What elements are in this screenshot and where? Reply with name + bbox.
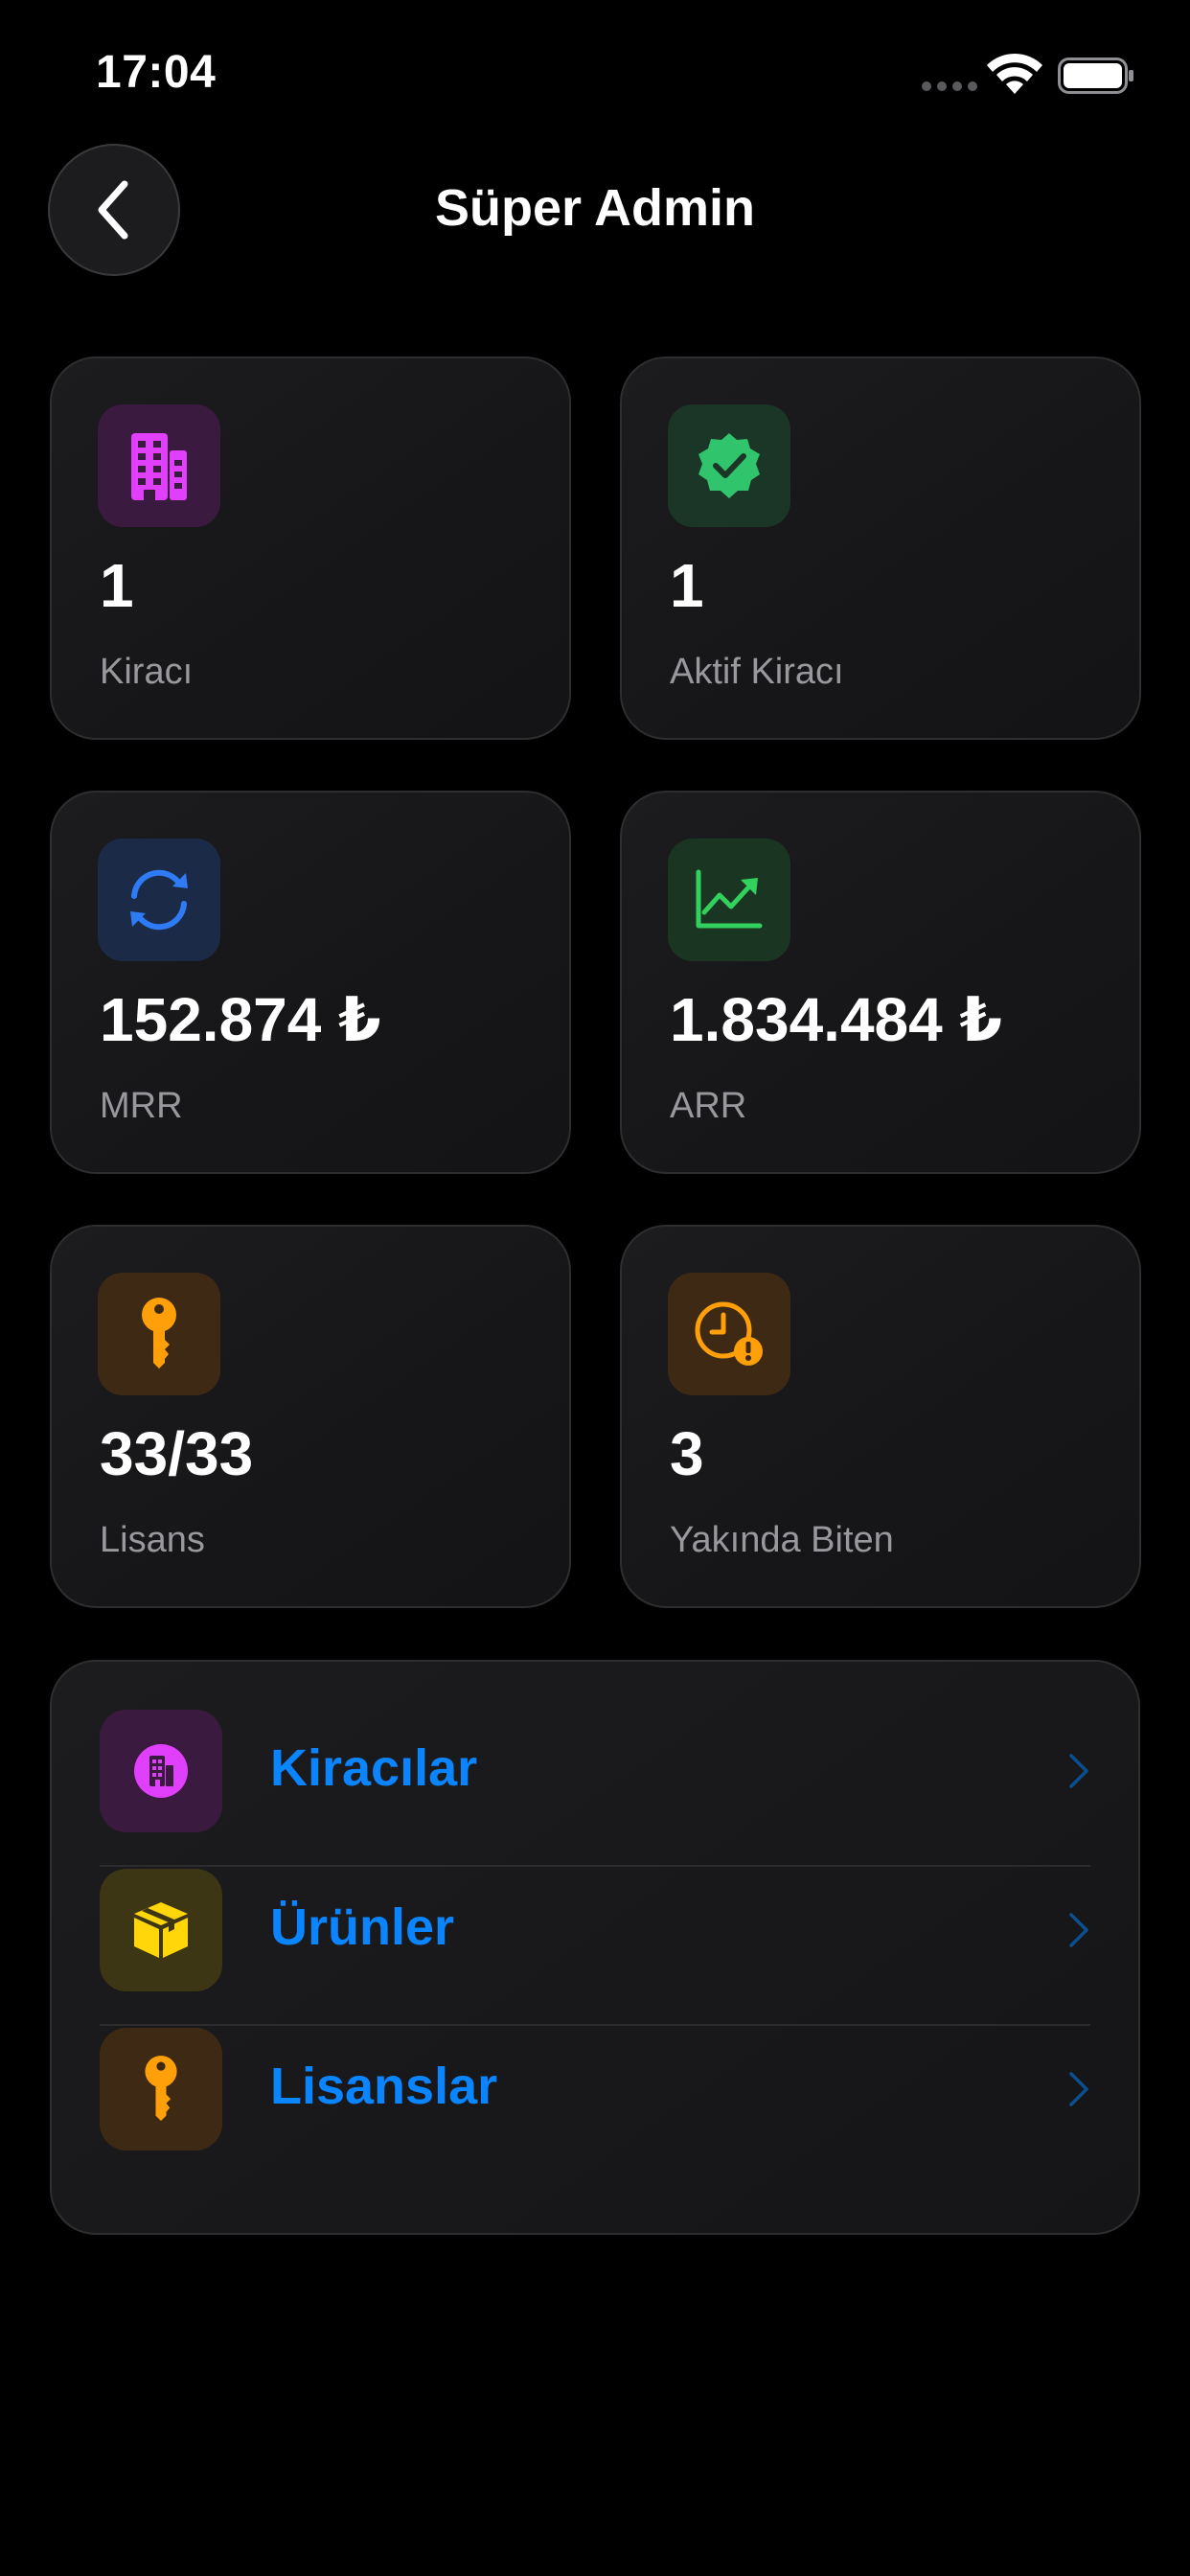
stat-value: 152.874 ₺	[100, 985, 381, 1054]
wifi-icon	[987, 53, 1042, 94]
verified-badge-icon	[698, 433, 760, 498]
stat-label: Yakında Biten	[670, 1520, 894, 1560]
chevron-right-icon	[1069, 2072, 1088, 2106]
status-bar: 17:04	[0, 0, 1190, 144]
stat-label: Kiracı	[100, 652, 194, 692]
stat-label: Lisans	[100, 1520, 205, 1560]
clock-warning-icon	[695, 1301, 763, 1366]
menu-item-label: Kiracılar	[270, 1739, 478, 1797]
navigation-menu: Kiracılar Ürünler Lisanslar	[50, 1660, 1140, 2235]
menu-icon-box	[100, 1710, 222, 1832]
stat-value: 1	[100, 551, 134, 620]
menu-item-licenses[interactable]: Lisanslar	[52, 2011, 1138, 2170]
stat-card-mrr: 152.874 ₺ MRR	[50, 791, 571, 1174]
menu-item-label: Lisanslar	[270, 2058, 498, 2115]
chevron-right-icon	[1069, 1754, 1088, 1788]
building-circle-icon	[134, 1744, 188, 1798]
stat-card-tenants: 1 Kiracı	[50, 356, 571, 740]
stat-icon-box	[98, 1273, 220, 1395]
stat-label: ARR	[670, 1086, 747, 1126]
chevron-right-icon	[1069, 1913, 1088, 1947]
battery-icon	[1058, 58, 1133, 94]
stat-card-expiring-soon: 3 Yakında Biten	[620, 1225, 1141, 1608]
stat-icon-box	[98, 839, 220, 961]
stat-label: Aktif Kiracı	[670, 652, 844, 692]
key-icon	[145, 2056, 177, 2122]
menu-item-label: Ürünler	[270, 1898, 455, 1956]
box-icon	[134, 1902, 188, 1958]
stat-icon-box	[98, 404, 220, 527]
stat-value: 1	[670, 551, 704, 620]
stat-card-active-tenants: 1 Aktif Kiracı	[620, 356, 1141, 740]
menu-icon-box	[100, 2028, 222, 2150]
stat-value: 33/33	[100, 1419, 254, 1488]
trending-chart-icon	[696, 869, 763, 929]
status-time: 17:04	[96, 47, 217, 98]
menu-icon-box	[100, 1869, 222, 1991]
stat-value: 1.834.484 ₺	[670, 985, 1003, 1054]
menu-item-products[interactable]: Ürünler	[52, 1852, 1138, 2011]
stat-icon-box	[668, 1273, 790, 1395]
stat-card-arr: 1.834.484 ₺ ARR	[620, 791, 1141, 1174]
key-icon	[142, 1298, 176, 1368]
stat-card-licenses: 33/33 Lisans	[50, 1225, 571, 1608]
cellular-signal-icon	[922, 81, 977, 91]
menu-item-tenants[interactable]: Kiracılar	[52, 1692, 1138, 1852]
refresh-arrows-icon	[130, 869, 188, 931]
building-icon	[131, 433, 187, 500]
stat-icon-box	[668, 404, 790, 527]
stat-value: 3	[670, 1419, 704, 1488]
stat-icon-box	[668, 839, 790, 961]
stat-label: MRR	[100, 1086, 183, 1126]
page-title: Süper Admin	[434, 179, 756, 237]
